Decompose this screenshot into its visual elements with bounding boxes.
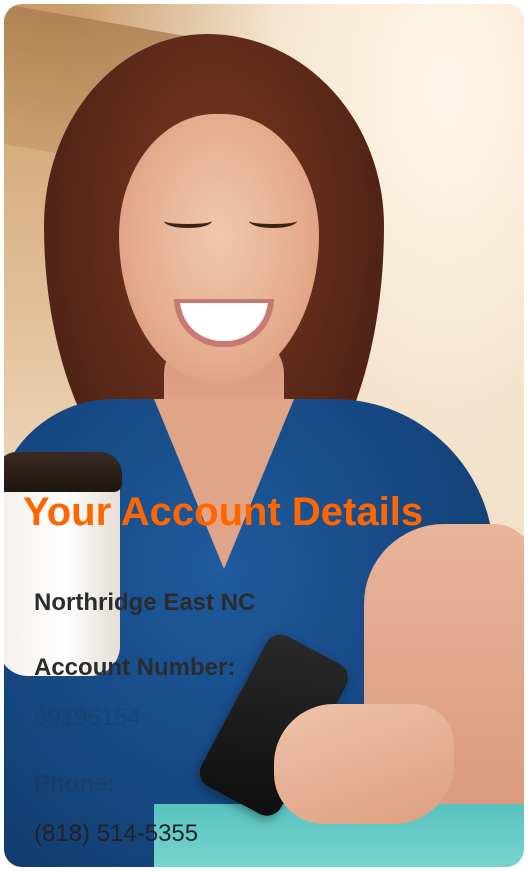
phone-number-link[interactable]: (818) 514-5355 xyxy=(34,820,198,848)
account-details-text: Your Account Details Northridge East NC … xyxy=(4,4,524,867)
phone-label: Phone: xyxy=(34,770,116,797)
account-details-card: Your Account Details Northridge East NC … xyxy=(4,4,524,867)
location-name: Northridge East NC xyxy=(34,589,256,616)
account-number-label: Account Number: xyxy=(34,654,236,681)
page-title: Your Account Details xyxy=(23,490,424,534)
account-number-value: 59196154 xyxy=(34,704,141,731)
